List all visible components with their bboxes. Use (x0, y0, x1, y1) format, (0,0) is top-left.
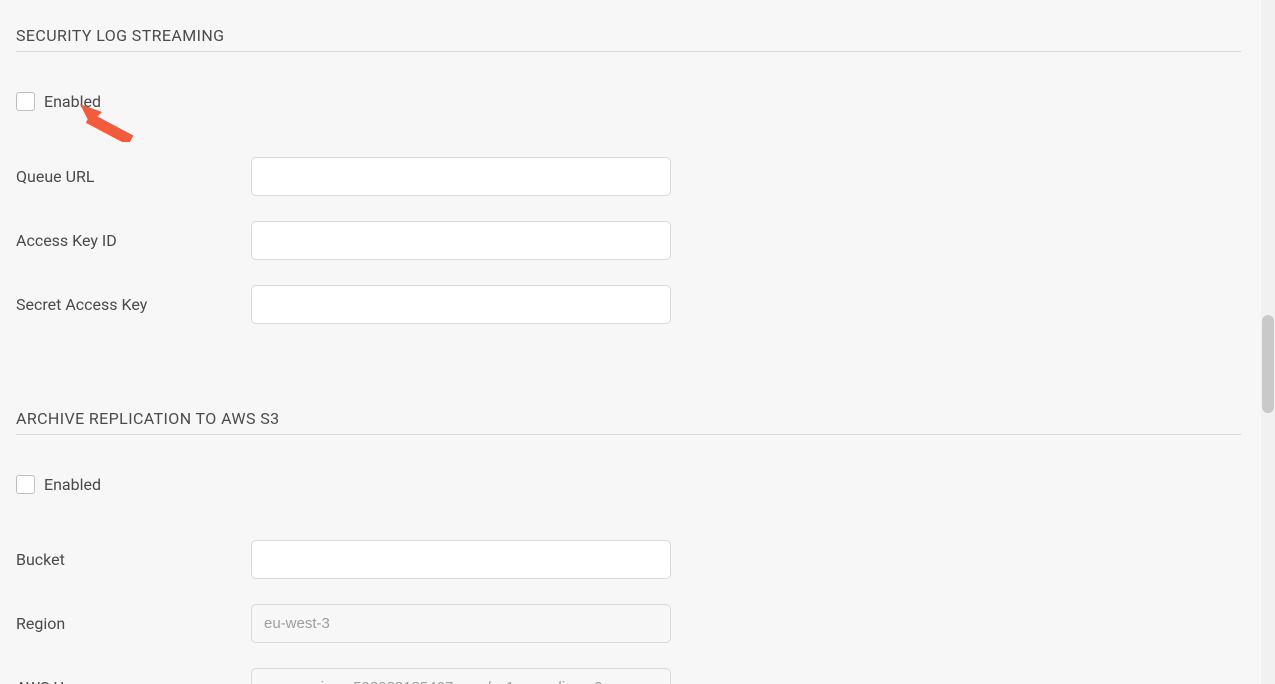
section-divider (16, 51, 1241, 52)
section-title-archive-replication: ARCHIVE REPLICATION TO AWS S3 (16, 409, 1241, 428)
access-key-id-label: Access Key ID (16, 231, 251, 250)
region-label: Region (16, 614, 251, 633)
scrollbar-track[interactable] (1261, 0, 1275, 684)
queue-url-row: Queue URL (16, 157, 1241, 196)
region-row: Region (16, 604, 1241, 643)
queue-url-input[interactable] (251, 157, 671, 196)
archive-enabled-row[interactable]: Enabled (16, 475, 1241, 494)
bucket-row: Bucket (16, 540, 1241, 579)
scrollbar-thumb[interactable] (1262, 315, 1274, 413)
queue-url-label: Queue URL (16, 167, 251, 186)
section-title-security-log: SECURITY LOG STREAMING (16, 26, 1241, 45)
security-log-enabled-checkbox[interactable] (16, 92, 35, 111)
access-key-id-input[interactable] (251, 221, 671, 260)
aws-user-input (251, 668, 671, 684)
bucket-label: Bucket (16, 550, 251, 569)
secret-access-key-input[interactable] (251, 285, 671, 324)
section-divider (16, 434, 1241, 435)
region-input (251, 604, 671, 643)
security-log-enabled-row[interactable]: Enabled (16, 92, 1241, 111)
security-log-enabled-label: Enabled (44, 92, 101, 111)
archive-enabled-label: Enabled (44, 475, 101, 494)
secret-access-key-row: Secret Access Key (16, 285, 1241, 324)
archive-enabled-checkbox[interactable] (16, 475, 35, 494)
access-key-id-row: Access Key ID (16, 221, 1241, 260)
aws-user-label: AWS User (16, 678, 251, 684)
settings-content: SECURITY LOG STREAMING Enabled Queue URL… (0, 0, 1261, 684)
aws-user-row: AWS User (16, 668, 1241, 684)
secret-access-key-label: Secret Access Key (16, 295, 251, 314)
bucket-input[interactable] (251, 540, 671, 579)
